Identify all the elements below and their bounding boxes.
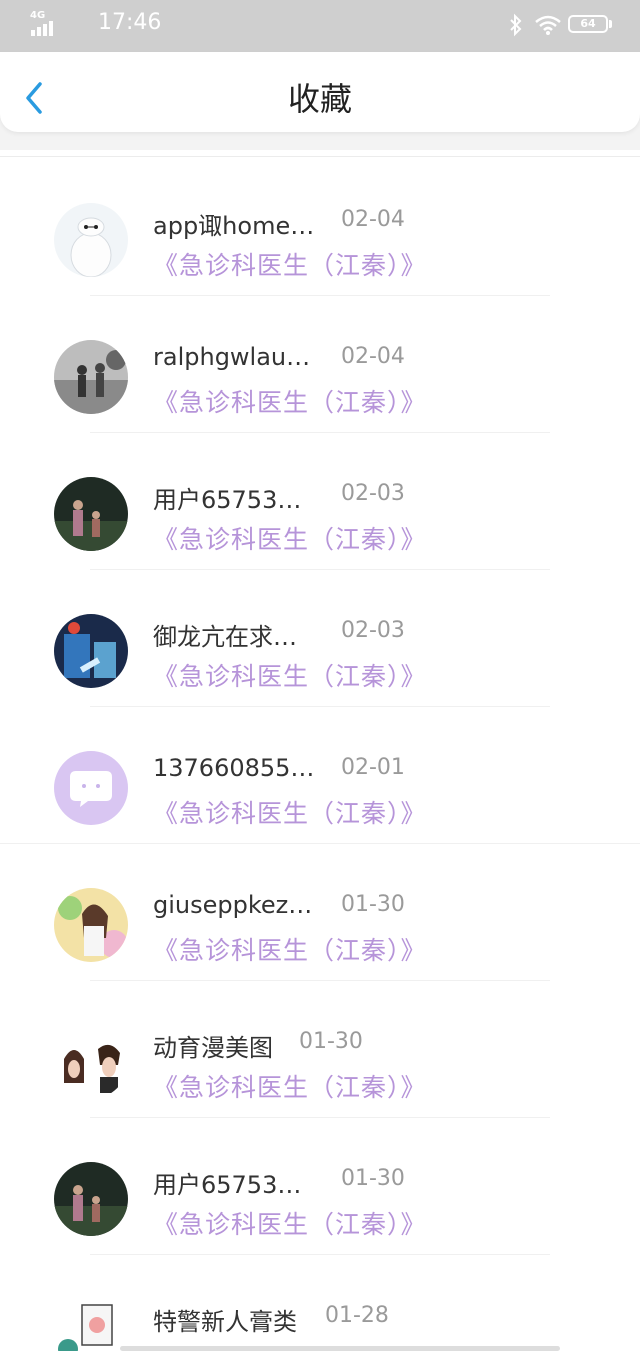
item-date: 02-04 [341, 344, 405, 369]
avatar-bw-kids-image [54, 340, 128, 414]
item-date: 02-03 [341, 481, 405, 506]
item-date: 01-30 [341, 892, 405, 917]
scroll-indicator[interactable] [120, 1346, 560, 1351]
list-item[interactable]: 动育漫美图 01-30 《急诊科医生（江秦）》 [0, 992, 640, 1129]
item-name: 动育漫美图 [153, 1034, 273, 1062]
avatar-chat-default-icon [54, 751, 128, 825]
list-item[interactable]: 御龙亢在求… 02-03 《急诊科医生（江秦）》 [0, 581, 640, 718]
avatar-family-image [54, 1162, 128, 1236]
status-time: 17:46 [98, 10, 162, 35]
item-divider [90, 980, 550, 981]
avatar [54, 888, 128, 962]
item-source[interactable]: 《急诊科医生（江秦）》 [153, 520, 427, 556]
item-date: 01-28 [325, 1303, 389, 1328]
item-source[interactable]: 《急诊科医生（江秦）》 [153, 931, 427, 967]
nav-wrapper: 收藏 [0, 52, 640, 150]
item-name: 御龙亢在求… [153, 623, 297, 651]
list-item[interactable]: app诹home… 02-04 《急诊科医生（江秦）》 [0, 170, 640, 307]
item-source[interactable]: 《急诊科医生（江秦）》 [153, 1205, 427, 1241]
status-bar: 4G 17:46 64 [0, 0, 640, 52]
item-date: 01-30 [341, 1166, 405, 1191]
item-name: ralphgwlau… [153, 343, 311, 371]
avatar-cartoon-image [54, 1299, 128, 1351]
item-name: 用户65753… [153, 486, 302, 514]
avatar-drink-image [54, 614, 128, 688]
list-item[interactable]: giuseppkez… 01-30 《急诊科医生（江秦）》 [0, 855, 640, 992]
item-source[interactable]: 《急诊科医生（江秦）》 [153, 246, 427, 282]
avatar [54, 203, 128, 277]
avatar [54, 751, 128, 825]
item-source[interactable]: 《急诊科医生（江秦）》 [153, 657, 427, 693]
bluetooth-icon [510, 13, 522, 37]
wifi-icon [535, 15, 561, 35]
avatar [54, 340, 128, 414]
list-item[interactable]: 用户65753… 02-03 《急诊科医生（江秦）》 [0, 444, 640, 581]
avatar-girl-image [54, 888, 128, 962]
item-divider [90, 706, 550, 707]
item-source[interactable]: 《急诊科医生（江秦）》 [153, 794, 427, 830]
signal-icon [31, 21, 53, 36]
item-name: 用户65753… [153, 1171, 302, 1199]
avatar [54, 614, 128, 688]
page-title: 收藏 [287, 80, 352, 118]
item-name: 特警新人膏类 [153, 1308, 297, 1336]
battery-indicator: 64 [568, 15, 608, 33]
battery-cap [609, 20, 612, 28]
item-name: giuseppkez… [153, 891, 313, 919]
avatar [54, 1025, 128, 1099]
avatar [54, 477, 128, 551]
avatar-baymax-image [54, 203, 128, 277]
avatar [54, 1299, 128, 1351]
item-divider [90, 295, 550, 296]
list-item[interactable]: 137660855… 02-01 《急诊科医生（江秦）》 [0, 718, 640, 855]
list-item[interactable]: ralphgwlau… 02-04 《急诊科医生（江秦）》 [0, 307, 640, 444]
item-divider [90, 1117, 550, 1118]
item-source[interactable]: 《急诊科医生（江秦）》 [153, 383, 427, 419]
avatar [54, 1162, 128, 1236]
item-divider [0, 843, 640, 844]
list-top-divider [0, 156, 640, 157]
avatar-family-image [54, 477, 128, 551]
item-date: 02-01 [341, 755, 405, 780]
item-divider [90, 432, 550, 433]
item-name: 137660855… [153, 754, 315, 782]
item-date: 01-30 [299, 1029, 363, 1054]
item-source[interactable]: 《急诊科医生（江秦）》 [153, 1068, 427, 1104]
item-date: 02-03 [341, 618, 405, 643]
item-date: 02-04 [341, 207, 405, 232]
item-divider [90, 1254, 550, 1255]
nav-bar: 收藏 [0, 52, 640, 132]
list-item[interactable]: 特警新人膏类 01-28 《急诊科医生（江秦）》 [0, 1266, 640, 1351]
list-item[interactable]: 用户65753… 01-30 《急诊科医生（江秦）》 [0, 1129, 640, 1266]
item-name: app诹home… [153, 212, 315, 240]
avatar-couple-image [54, 1025, 128, 1099]
item-divider [90, 569, 550, 570]
